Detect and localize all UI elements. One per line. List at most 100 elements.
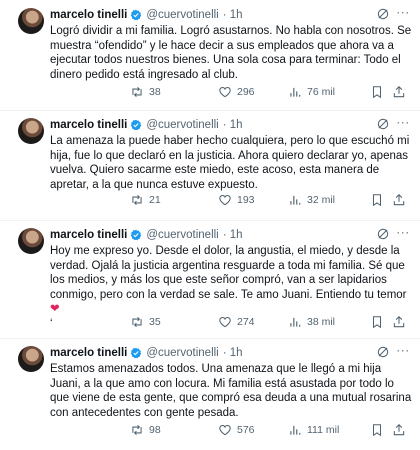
bookmark-icon bbox=[372, 194, 382, 207]
tweet-actions: 38 296 76 mil bbox=[50, 84, 410, 100]
like-icon bbox=[219, 317, 231, 328]
tweet-text: Estamos amenazados todos. Una amenaza qu… bbox=[50, 362, 412, 420]
share-icon bbox=[393, 86, 405, 98]
tweet-text: Logró dividir a mi familia. Logró asusta… bbox=[50, 24, 412, 82]
bookmark-button[interactable] bbox=[370, 85, 384, 99]
verified-badge-icon bbox=[131, 347, 142, 359]
tweet[interactable]: marcelo tinelli @cuervotinelli · 1h ··· … bbox=[0, 220, 420, 338]
tweet-time[interactable]: · 1h bbox=[223, 228, 243, 242]
author-name[interactable]: marcelo tinelli bbox=[50, 8, 127, 22]
tweet-time[interactable]: · 1h bbox=[223, 8, 243, 22]
views-icon bbox=[290, 195, 301, 205]
more-icon[interactable]: ··· bbox=[396, 6, 410, 21]
views-count: 32 mil bbox=[307, 194, 336, 206]
bookmark-icon bbox=[372, 316, 382, 329]
author-handle[interactable]: @cuervotinelli bbox=[146, 118, 218, 132]
retweet-button[interactable]: 35 bbox=[130, 315, 161, 329]
share-button[interactable] bbox=[392, 315, 406, 329]
tweet-actions: 98 576 111 mil bbox=[50, 422, 410, 438]
tweet-time[interactable]: · 1h bbox=[223, 346, 243, 360]
bookmark-icon bbox=[372, 86, 382, 99]
tweet-feed: marcelo tinelli @cuervotinelli · 1h ··· … bbox=[0, 0, 420, 450]
author-handle[interactable]: @cuervotinelli bbox=[146, 346, 218, 360]
views-icon bbox=[290, 317, 301, 327]
retweet-count: 35 bbox=[149, 316, 161, 328]
like-icon bbox=[219, 87, 231, 98]
bookmark-button[interactable] bbox=[370, 423, 384, 437]
tweet-text-body: La amenaza la puede haber hecho cualquie… bbox=[50, 135, 410, 191]
author-name[interactable]: marcelo tinelli bbox=[50, 228, 127, 242]
share-icon bbox=[393, 424, 405, 436]
avatar[interactable] bbox=[18, 118, 44, 144]
like-button[interactable]: 576 bbox=[218, 423, 255, 437]
bookmark-button[interactable] bbox=[370, 193, 384, 207]
retweet-count: 21 bbox=[149, 194, 161, 206]
share-icon bbox=[393, 194, 405, 206]
grok-icon[interactable] bbox=[376, 345, 390, 359]
bookmark-button[interactable] bbox=[370, 315, 384, 329]
tweet-text-main: Hoy me expreso yo. Desde el dolor, la an… bbox=[50, 245, 407, 301]
tweet-actions: 21 193 32 mil bbox=[50, 192, 410, 208]
share-button[interactable] bbox=[392, 423, 406, 437]
like-button[interactable]: 296 bbox=[218, 85, 255, 99]
tweet-text-body: Estamos amenazados todos. Una amenaza qu… bbox=[50, 363, 412, 419]
tweet[interactable]: marcelo tinelli @cuervotinelli · 1h ··· … bbox=[0, 0, 420, 110]
like-count: 193 bbox=[237, 194, 255, 206]
like-count: 296 bbox=[237, 86, 255, 98]
retweet-button[interactable]: 98 bbox=[130, 423, 161, 437]
views-icon bbox=[290, 87, 301, 97]
avatar[interactable] bbox=[18, 8, 44, 34]
tweet-time[interactable]: · 1h bbox=[223, 118, 243, 132]
views-button[interactable]: 38 mil bbox=[288, 315, 335, 329]
like-button[interactable]: 193 bbox=[218, 193, 255, 207]
retweet-icon bbox=[132, 316, 142, 328]
retweet-count: 98 bbox=[149, 424, 161, 436]
avatar[interactable] bbox=[18, 346, 44, 372]
like-button[interactable]: 274 bbox=[218, 315, 255, 329]
tweet[interactable]: marcelo tinelli @cuervotinelli · 1h ··· … bbox=[0, 110, 420, 220]
tweet[interactable]: marcelo tinelli @cuervotinelli · 1h ··· … bbox=[0, 338, 420, 450]
tweet-actions: 35 274 38 mil bbox=[50, 314, 410, 330]
author-handle[interactable]: @cuervotinelli bbox=[146, 8, 218, 22]
verified-badge-icon bbox=[131, 9, 142, 21]
avatar[interactable] bbox=[18, 228, 44, 254]
retweet-button[interactable]: 21 bbox=[130, 193, 161, 207]
like-count: 274 bbox=[237, 316, 255, 328]
more-icon[interactable]: ··· bbox=[396, 226, 410, 241]
share-icon bbox=[393, 316, 405, 328]
like-icon bbox=[219, 425, 231, 436]
author-name[interactable]: marcelo tinelli bbox=[50, 118, 127, 132]
tweet-text: La amenaza la puede haber hecho cualquie… bbox=[50, 134, 412, 192]
retweet-count: 38 bbox=[149, 86, 161, 98]
like-count: 576 bbox=[237, 424, 255, 436]
verified-badge-icon bbox=[131, 229, 142, 241]
views-count: 111 mil bbox=[307, 424, 340, 436]
grok-icon[interactable] bbox=[376, 7, 390, 21]
retweet-icon bbox=[132, 424, 142, 436]
retweet-icon bbox=[132, 194, 142, 206]
views-count: 38 mil bbox=[307, 316, 336, 328]
tweet-header: marcelo tinelli @cuervotinelli · 1h bbox=[50, 228, 410, 242]
retweet-icon bbox=[132, 86, 142, 98]
views-button[interactable]: 32 mil bbox=[288, 193, 335, 207]
tweet-text-body: Hoy me expreso yo. Desde el dolor, la an… bbox=[50, 244, 412, 317]
more-icon[interactable]: ··· bbox=[396, 344, 410, 359]
grok-icon[interactable] bbox=[376, 117, 390, 131]
views-count: 76 mil bbox=[307, 86, 336, 98]
like-icon bbox=[219, 195, 231, 206]
views-button[interactable]: 111 mil bbox=[288, 423, 339, 437]
grok-icon[interactable] bbox=[376, 227, 390, 241]
more-icon[interactable]: ··· bbox=[396, 116, 410, 131]
author-handle[interactable]: @cuervotinelli bbox=[146, 228, 218, 242]
share-button[interactable] bbox=[392, 193, 406, 207]
views-button[interactable]: 76 mil bbox=[288, 85, 335, 99]
bookmark-icon bbox=[372, 424, 382, 437]
retweet-button[interactable]: 38 bbox=[130, 85, 161, 99]
views-icon bbox=[290, 425, 301, 435]
tweet-text-body: Logró dividir a mi familia. Logró asusta… bbox=[50, 25, 412, 81]
verified-badge-icon bbox=[131, 119, 142, 131]
author-name[interactable]: marcelo tinelli bbox=[50, 346, 127, 360]
tweet-header: marcelo tinelli @cuervotinelli · 1h bbox=[50, 118, 410, 132]
tweet-header: marcelo tinelli @cuervotinelli · 1h bbox=[50, 346, 410, 360]
share-button[interactable] bbox=[392, 85, 406, 99]
